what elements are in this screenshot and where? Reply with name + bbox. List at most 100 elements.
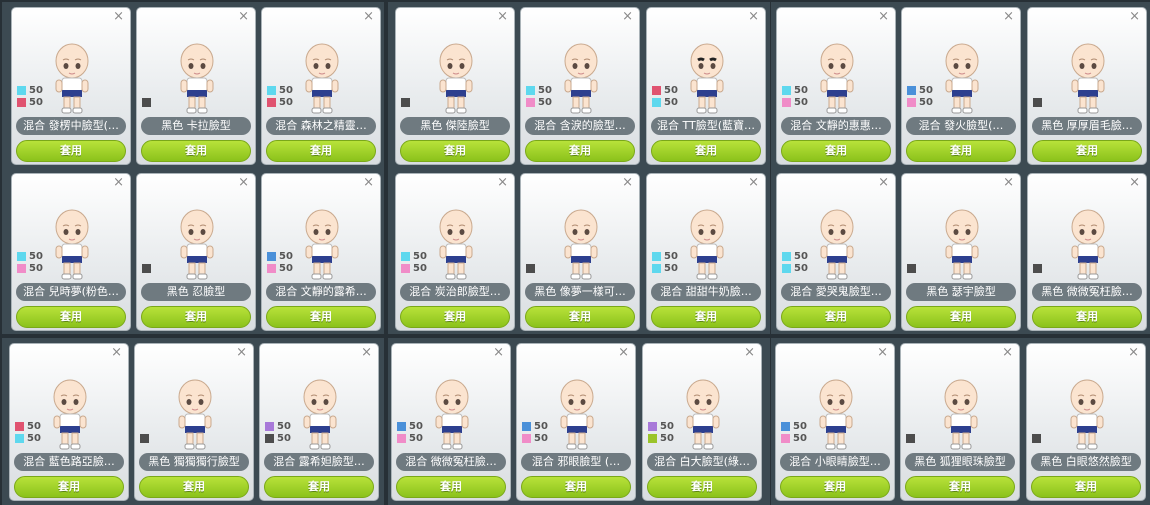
color-swatch: 50 [15, 432, 41, 444]
close-icon[interactable]: × [1129, 9, 1140, 25]
close-icon[interactable]: × [497, 175, 508, 191]
color-swatch: 50 [267, 84, 293, 96]
character-avatar [300, 208, 344, 282]
face-name-label: 黑色 忍臉型 [141, 283, 251, 301]
apply-button[interactable]: 套用 [905, 476, 1015, 498]
close-icon[interactable]: × [877, 345, 888, 361]
face-name-label: 黑色 像夢一樣可… [525, 283, 635, 301]
apply-button[interactable]: 套用 [396, 476, 506, 498]
face-name-label: 黑色 卡拉臉型 [141, 117, 251, 135]
close-icon[interactable]: × [113, 9, 124, 25]
apply-button[interactable]: 套用 [651, 140, 761, 162]
apply-button[interactable]: 套用 [14, 476, 124, 498]
apply-button[interactable]: 套用 [141, 140, 251, 162]
swatch-percent: 50 [277, 432, 291, 444]
color-swatch: 50 [401, 262, 427, 274]
apply-button[interactable]: 套用 [400, 140, 510, 162]
face-card: × 50 50 混合 文靜的惠惠… 套用 [776, 7, 896, 165]
close-icon[interactable]: × [236, 345, 247, 361]
character-avatar [815, 42, 859, 116]
close-icon[interactable]: × [238, 175, 249, 191]
apply-button[interactable]: 套用 [400, 306, 510, 328]
swatch-percent: 50 [794, 84, 808, 96]
color-swatches [1033, 250, 1045, 274]
apply-button[interactable]: 套用 [906, 140, 1016, 162]
close-icon[interactable]: × [493, 345, 504, 361]
close-icon[interactable]: × [363, 9, 374, 25]
apply-button[interactable]: 套用 [525, 140, 635, 162]
apply-button[interactable]: 套用 [780, 476, 890, 498]
close-icon[interactable]: × [1128, 345, 1139, 361]
apply-button[interactable]: 套用 [16, 140, 126, 162]
character-avatar [300, 42, 344, 116]
face-name-label: 黑色 瑟宇臉型 [906, 283, 1016, 301]
close-icon[interactable]: × [748, 175, 759, 191]
close-icon[interactable]: × [361, 345, 372, 361]
swatch-percent: 50 [664, 250, 678, 262]
swatch-percent: 50 [279, 84, 293, 96]
close-icon[interactable]: × [111, 345, 122, 361]
apply-button[interactable]: 套用 [1032, 140, 1142, 162]
apply-button[interactable]: 套用 [1032, 306, 1142, 328]
close-icon[interactable]: × [878, 175, 889, 191]
apply-button[interactable]: 套用 [16, 306, 126, 328]
character-avatar [815, 208, 859, 282]
character-avatar [559, 208, 603, 282]
close-icon[interactable]: × [618, 345, 629, 361]
face-name-label: 混合 炭治郎臉型… [400, 283, 510, 301]
apply-button[interactable]: 套用 [264, 476, 374, 498]
color-swatches: 50 50 [648, 420, 674, 444]
color-swatch: 50 [652, 96, 678, 108]
color-swatch: 50 [782, 84, 808, 96]
face-card: × 50 50 混合 兒時夢(粉色… 套用 [11, 173, 131, 331]
color-swatch: 50 [526, 96, 552, 108]
apply-button[interactable]: 套用 [906, 306, 1016, 328]
face-card: × 50 50 混合 文靜的露希… 套用 [261, 173, 381, 331]
close-icon[interactable]: × [622, 175, 633, 191]
swatch-percent: 50 [409, 432, 423, 444]
color-swatches: 50 50 [526, 84, 552, 108]
swatch-percent: 50 [794, 96, 808, 108]
face-name-label: 混合 露希妲臉型… [264, 453, 374, 471]
color-swatch: 50 [397, 420, 423, 432]
character-avatar [685, 42, 729, 116]
close-icon[interactable]: × [497, 9, 508, 25]
close-icon[interactable]: × [622, 9, 633, 25]
close-icon[interactable]: × [363, 175, 374, 191]
apply-button[interactable]: 套用 [525, 306, 635, 328]
face-card: × 黑色 瑟宇臉型套用 [901, 173, 1021, 331]
close-icon[interactable]: × [748, 9, 759, 25]
close-icon[interactable]: × [744, 345, 755, 361]
close-icon[interactable]: × [1129, 175, 1140, 191]
color-swatch: 50 [15, 420, 41, 432]
face-name-label: 混合 兒時夢(粉色… [16, 283, 126, 301]
swatch-percent: 50 [27, 432, 41, 444]
apply-button[interactable]: 套用 [781, 140, 891, 162]
character-avatar [50, 42, 94, 116]
apply-button[interactable]: 套用 [141, 306, 251, 328]
face-name-label: 混合 甜甜牛奶臉… [651, 283, 761, 301]
apply-button[interactable]: 套用 [651, 306, 761, 328]
apply-button[interactable]: 套用 [139, 476, 249, 498]
face-card: × 50 50 混合 森林之精靈… 套用 [261, 7, 381, 165]
apply-button[interactable]: 套用 [1031, 476, 1141, 498]
apply-button[interactable]: 套用 [647, 476, 757, 498]
apply-button[interactable]: 套用 [266, 140, 376, 162]
face-card: × 50 50 混合 愛哭鬼臉型… 套用 [776, 173, 896, 331]
close-icon[interactable]: × [1003, 175, 1014, 191]
close-icon[interactable]: × [238, 9, 249, 25]
apply-button[interactable]: 套用 [781, 306, 891, 328]
close-icon[interactable]: × [113, 175, 124, 191]
color-swatch [1033, 262, 1045, 274]
close-icon[interactable]: × [1003, 9, 1014, 25]
color-swatch: 50 [397, 432, 423, 444]
close-icon[interactable]: × [1002, 345, 1013, 361]
swatch-percent: 50 [27, 420, 41, 432]
close-icon[interactable]: × [878, 9, 889, 25]
character-avatar [814, 378, 858, 452]
apply-button[interactable]: 套用 [266, 306, 376, 328]
apply-button[interactable]: 套用 [521, 476, 631, 498]
swatch-percent: 50 [413, 250, 427, 262]
character-avatar [555, 378, 599, 452]
color-swatch: 50 [17, 84, 43, 96]
